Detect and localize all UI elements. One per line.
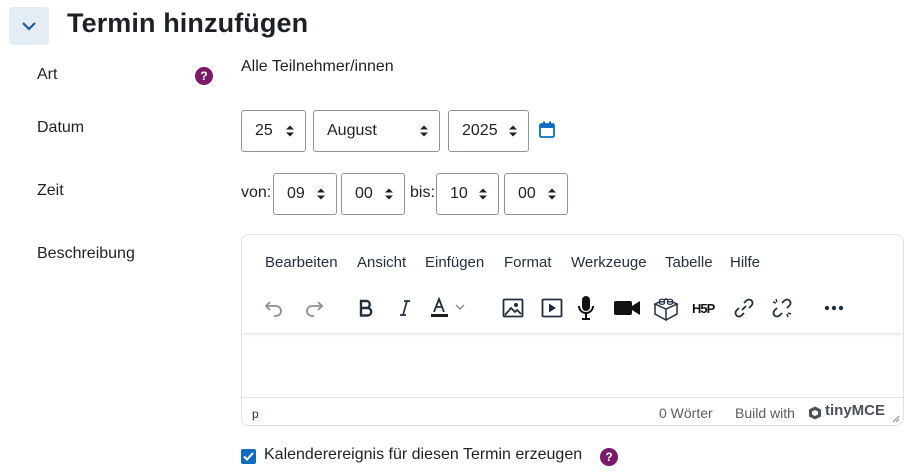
- video-camera-icon: [614, 301, 640, 315]
- from-minute-select[interactable]: 00: [341, 173, 405, 215]
- more-icon: [824, 305, 844, 311]
- undo-button[interactable]: [259, 293, 289, 323]
- to-minute-select[interactable]: 00: [504, 173, 568, 215]
- from-hour-value: 09: [287, 185, 305, 202]
- to-label: bis:: [410, 184, 435, 201]
- unlink-button[interactable]: [767, 293, 797, 323]
- h5p-button[interactable]: H5P: [691, 293, 721, 323]
- media-icon: [541, 298, 563, 318]
- menu-item-tabelle[interactable]: Tabelle: [665, 254, 713, 271]
- select-arrows-icon: [479, 188, 487, 200]
- microphone-icon: [578, 296, 594, 320]
- year-select[interactable]: 2025: [448, 110, 529, 152]
- text-color-button[interactable]: [428, 293, 468, 323]
- calendar-event-label[interactable]: Kalenderereignis für diesen Termin erzeu…: [264, 446, 582, 464]
- italic-icon: [400, 300, 410, 316]
- word-count[interactable]: 0 Wörter: [659, 405, 713, 421]
- resize-icon[interactable]: [890, 413, 900, 423]
- zeit-label: Zeit: [37, 182, 64, 199]
- menu-item-bearbeiten[interactable]: Bearbeiten: [265, 254, 338, 271]
- menu-item-format[interactable]: Format: [504, 254, 552, 271]
- section-title: Termin hinzufügen: [67, 8, 309, 38]
- link-button[interactable]: [729, 293, 759, 323]
- record-audio-button[interactable]: [571, 293, 601, 323]
- rich-text-editor: Bearbeiten Ansicht Einfügen Format Werkz…: [241, 234, 904, 426]
- brick-icon: [653, 298, 679, 322]
- branding-name[interactable]: tinyMCE: [825, 402, 885, 419]
- bold-icon: [359, 299, 373, 317]
- from-label: von:: [241, 184, 272, 201]
- select-arrows-icon: [286, 125, 294, 137]
- h5p-icon: H5P: [692, 301, 717, 315]
- select-arrows-icon: [385, 188, 393, 200]
- undo-icon: [264, 301, 282, 317]
- calendar-icon[interactable]: [539, 121, 555, 138]
- tinymce-logo-icon: [809, 406, 821, 420]
- art-label: Art: [37, 66, 58, 83]
- select-arrows-icon: [420, 125, 428, 137]
- image-button[interactable]: [498, 293, 528, 323]
- more-button[interactable]: [819, 293, 849, 323]
- year-value: 2025: [462, 122, 498, 139]
- svg-text:H5P: H5P: [692, 301, 716, 315]
- from-hour-select[interactable]: 09: [273, 173, 337, 215]
- select-arrows-icon: [548, 188, 556, 200]
- text-color-icon: [431, 297, 465, 317]
- to-hour-value: 10: [450, 185, 468, 202]
- menu-item-hilfe[interactable]: Hilfe: [730, 254, 760, 271]
- menu-item-einfuegen[interactable]: Einfügen: [425, 254, 484, 271]
- image-icon: [502, 298, 524, 318]
- menu-item-ansicht[interactable]: Ansicht: [357, 254, 406, 271]
- from-minute-value: 00: [355, 185, 373, 202]
- calendar-event-checkbox[interactable]: [241, 449, 256, 464]
- chevron-down-icon: [22, 22, 36, 31]
- month-value: August: [327, 122, 377, 139]
- element-path[interactable]: p: [252, 407, 259, 421]
- record-video-button[interactable]: [612, 293, 642, 323]
- select-arrows-icon: [317, 188, 325, 200]
- bold-button[interactable]: [351, 293, 381, 323]
- link-icon: [734, 298, 754, 318]
- media-button[interactable]: [537, 293, 567, 323]
- checkmark-icon: [243, 452, 254, 461]
- redo-button[interactable]: [299, 293, 329, 323]
- beschreibung-label: Beschreibung: [37, 245, 135, 262]
- content-bank-button[interactable]: [651, 293, 681, 323]
- redo-icon: [306, 301, 324, 317]
- art-value: Alle Teilnehmer/innen: [241, 58, 394, 75]
- editor-toolbar: H5P: [242, 285, 903, 333]
- branding-prefix: Build with: [735, 405, 795, 421]
- menu-item-werkzeuge[interactable]: Werkzeuge: [571, 254, 647, 271]
- day-select[interactable]: 25: [241, 110, 306, 152]
- datum-label: Datum: [37, 119, 85, 136]
- to-minute-value: 00: [518, 185, 536, 202]
- editor-menubar: Bearbeiten Ansicht Einfügen Format Werkz…: [242, 235, 903, 285]
- to-hour-select[interactable]: 10: [436, 173, 499, 215]
- collapse-section-button[interactable]: [9, 7, 49, 45]
- editor-statusbar: p 0 Wörter Build with tinyMCE: [242, 397, 903, 425]
- unlink-icon: [772, 298, 792, 318]
- help-icon[interactable]: ?: [600, 448, 618, 466]
- editor-content-area[interactable]: [242, 333, 903, 397]
- italic-button[interactable]: [390, 293, 420, 323]
- help-icon[interactable]: ?: [195, 67, 213, 85]
- select-arrows-icon: [509, 125, 517, 137]
- month-select[interactable]: August: [313, 110, 440, 152]
- day-value: 25: [255, 122, 273, 139]
